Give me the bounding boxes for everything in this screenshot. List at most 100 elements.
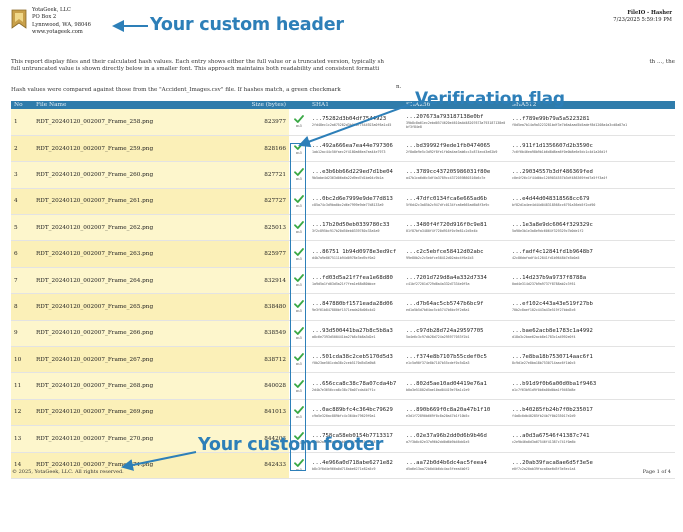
hash-full: 1ab12ac44c50faec2f4180a66ea7ea44e7973 — [312, 149, 386, 154]
cell-file-name: RDT_20240120_002007_Frame_265.png — [33, 293, 229, 321]
cell-file-name: RDT_20240120_002007_Frame_258.png — [33, 109, 229, 136]
cell-size: 842433 — [229, 452, 289, 479]
cell-no: 9 — [11, 320, 33, 348]
cell-sha512: ...7e8ba18b7530714aac6f1 8c9d1e27e8ba18b7… — [509, 346, 675, 374]
hash-full: f0d5ea7b14a9a5223281bdf3e7b6a4aad5b5adef… — [512, 123, 628, 128]
comparison-note-tail: n. — [396, 84, 402, 90]
hash-short: ...aa72b0d4b6dc4ac5feea4 — [406, 459, 487, 466]
cell-sha512: ...911f1d1356607d2b3590c 7c6f6b46ea98b9b1… — [509, 135, 675, 163]
table-row: 12 RDT_20240120_002007_Frame_269.png 84101… — [11, 399, 675, 427]
cell-no: 2 — [11, 135, 33, 163]
intro-line-2: full untruncated value is shown directly… — [11, 66, 380, 73]
hash-full: c2e9b46a0d3a67546f41387c741f0a6b — [512, 440, 576, 445]
company-address-line: PO Box 2 — [32, 14, 57, 21]
cell-sha512: ...a0d3a67546f41387c741 c2e9b46a0d3a67546… — [509, 425, 675, 453]
hash-full: 3f2c895bc917b20d50eb0339780c33a5a9 — [312, 229, 380, 234]
cell-size: 840028 — [229, 372, 289, 400]
cell-sha256: ...3480f4f720d916f0c9e81 01f87bfa3480f4f7… — [403, 214, 509, 242]
cell-no: 1 — [11, 109, 33, 136]
cell-sha1: ...17b20d50eb0339780c33 3f2c895bc917b20d5… — [309, 214, 403, 242]
cell-no: 10 — [11, 346, 33, 374]
cell-sha512: ...b40285fb24b7f0b235017 f4a8c0db40285fb2… — [509, 399, 675, 427]
hash-short: ...75282d3b04df7544923 — [312, 116, 387, 123]
hash-full: 9b5abe4d2363d06a6a22d9ed7d1be04c9b1a — [312, 176, 384, 181]
hash-short: ...20ab39faca8ae6d5f3e5e — [512, 459, 593, 466]
cell-sha256: ...aa72b0d4b6dc4ac5feea4 d5a6e13aa72b0d4b… — [403, 452, 509, 479]
cell-sha512: ...ef102c443a43e519f27bb 70b2c8aef102c443… — [509, 293, 675, 321]
hash-full: 5a90e3b1e3a8e9dc6064f329329c7b0de1f2 — [512, 229, 584, 234]
hash-full: f4a8c0db40285fb24b7f0b235017e2d9 — [512, 413, 576, 418]
cell-sha1: ...492a666ea7ea44e797306 1ab12ac44c50faec… — [309, 135, 403, 163]
hash-full: 7c6f6b46ea98b9b1b6d8d8ea6f0e0b8e6e5dc1c4… — [512, 149, 608, 154]
cell-sha1: ...4e966a0d718abe6271e82 b8c3f0d4e966a0d7… — [309, 452, 403, 479]
hash-short: ...f789e99b79a5a5223281 — [512, 116, 590, 123]
hash-short: ...b91d9f0b6a00d0ba1f9463 — [512, 380, 597, 387]
cell-size: 841013 — [229, 399, 289, 427]
cell-sha1: ...75282d3b04df7544923 2fd48ec1c2a675282d… — [309, 109, 403, 136]
cell-sha256: ...c97db28d724a29597705 5a4e6c3c97db28d72… — [403, 320, 509, 348]
cell-size: 838712 — [229, 346, 289, 374]
col-header-file-name: File Name — [33, 101, 229, 109]
hash-full: 5a4e6c3c97db28d724a295977053f2b1 — [406, 334, 470, 339]
hash-short: ...17b20d50eb0339780c33 — [312, 222, 390, 229]
hash-full: d18a3c2bae62acb8e1783c1a4992e0f4 — [512, 334, 576, 339]
col-header-size: Size (bytes) — [229, 101, 289, 109]
cell-sha512: ...14d237b9a9737f8788a 0ad4e314d237b9a973… — [509, 267, 675, 295]
hash-short: ...c2c5ebfce58412d02abc — [406, 248, 484, 255]
hash-full: a8c6e7393d500441ba27b8c5b8a3d2e1 — [312, 334, 376, 339]
hash-full: a47b1ca6d6c5df4a3789cc4372059860316b6c7e — [406, 176, 486, 181]
table-row: 1 RDT_20240120_002007_Frame_258.png 823977… — [11, 109, 675, 136]
hash-short: ...29034557b3df486369fed — [512, 169, 593, 176]
hash-short: ...02e37a96b2dd0d6b9b46d — [406, 433, 487, 440]
hash-short: ...1e3a8e9dc6064f329329c — [512, 222, 593, 229]
hash-full: c0e4f26c1f44d0bc1209034557b3df486369fed7… — [512, 176, 608, 181]
intro-text: This report display files and their calc… — [11, 59, 675, 74]
hash-full: d5a6e13aa72b0d4b6dc4ac5feea4b0f2 — [406, 466, 470, 471]
flag-label: m5 — [295, 123, 303, 129]
cell-size: 827727 — [229, 188, 289, 216]
hash-full: 2f8a8e9e5c3d92f8fe1fb0a4ae3ab6cc3c874ecd… — [406, 149, 498, 154]
hash-short: ...a0d3a67546f41387c741 — [512, 433, 590, 440]
hash-short: ...f374e8b7107b55cdef0c5 — [406, 354, 487, 361]
hash-short: ...fadf4c12841fd1b9648b7 — [512, 248, 593, 255]
cell-file-name: RDT_20240120_002007_Frame_267.png — [33, 346, 229, 374]
hash-full: b8c3f0d4e966a0d718abe6271e82a5c9 — [312, 466, 376, 471]
hash-full: a7f3b0c02e37a96b2dd0d6b9b46dd1e5 — [406, 440, 470, 445]
cell-sha256: ...d7b64ac5cb5747b6bc9f ed1a5b5d7b64ac5cb… — [403, 293, 509, 321]
hash-full: f0b23ae501cda38c2ceb5170d5d3a9b8 — [312, 361, 376, 366]
company-city-line: Lynnwood, WA, 98046 — [32, 21, 91, 28]
hash-short: ...fd03d5a21f7fea1e68d80 — [312, 274, 393, 281]
cell-size: 823977 — [229, 109, 289, 136]
hash-full: 39b8c8a61ec2ebd0574620e4610a4d48207673a7… — [406, 121, 506, 130]
cell-no: 11 — [11, 372, 33, 400]
hash-full: c85a74c3d9ba0bc2d6e7999e9de77d8133a9 — [312, 202, 384, 207]
comparison-note: Hash values were compared against those … — [11, 87, 341, 93]
annotation-flag: Verification flag — [415, 89, 565, 109]
hash-short: ...d7b64ac5cb5747b6bc9f — [406, 301, 484, 308]
table-row: 5 RDT_20240120_002007_Frame_262.png 825013… — [11, 214, 675, 242]
hash-short: ...93d500441ba27b8c5b8a3 — [312, 327, 393, 334]
hash-short: ...86751 1b94d0978e3ed9cf — [312, 248, 397, 255]
hash-short: ...e4d44d048318568cc679 — [512, 195, 590, 202]
cell-size: 838480 — [229, 293, 289, 321]
hash-full: ed1a5b5d7b64ac5cb5747b6bc9f2e8a1 — [406, 308, 470, 313]
hash-full: 01f87bfa3480f4f720d916f0c9e81c2d5e4b — [406, 229, 478, 234]
hash-short: ...802d5ae10ad04419e76a1 — [406, 380, 487, 387]
hash-short: ...3789cc437205986031f80e — [406, 169, 491, 176]
table-row: 6 RDT_20240120_002007_Frame_263.png 825977… — [11, 240, 675, 268]
cell-sha1: ...e3b6bb66d229ed7d1be04 9b5abe4d2363d06a… — [309, 161, 403, 189]
hash-full: bf82d1a4ee4d44d048318568cc6791a36eb5f2cd… — [512, 202, 596, 207]
cell-no: 3 — [11, 161, 33, 189]
hash-short: ...911f1d1356607d2b3590c — [512, 142, 593, 149]
cell-sha512: ...1e3a8e9dc6064f329329c 5a90e3b1e3a8e9dc… — [509, 214, 675, 242]
intro-line-1-tail: th ..., the — [649, 59, 675, 65]
col-header-flag — [289, 101, 309, 109]
hash-short: ...890b669f0c8a20a47b1f10 — [406, 406, 491, 413]
cell-file-name: RDT_20240120_002007_Frame_259.png — [33, 135, 229, 163]
cell-file-name: RDT_20240120_002007_Frame_263.png — [33, 240, 229, 268]
cell-sha1: ...501cda38c2ceb5170d5d3 f0b23ae501cda38c… — [309, 346, 403, 374]
cell-no: 12 — [11, 399, 33, 427]
cell-file-name: RDT_20240120_002007_Frame_262.png — [33, 214, 229, 242]
hash-short: ...0bc2d6e7999e9de77d813 — [312, 195, 393, 202]
hash-full: 5f6d42c3a85b2c947dfc0134fca6e665ad6b8f3e… — [406, 202, 490, 207]
